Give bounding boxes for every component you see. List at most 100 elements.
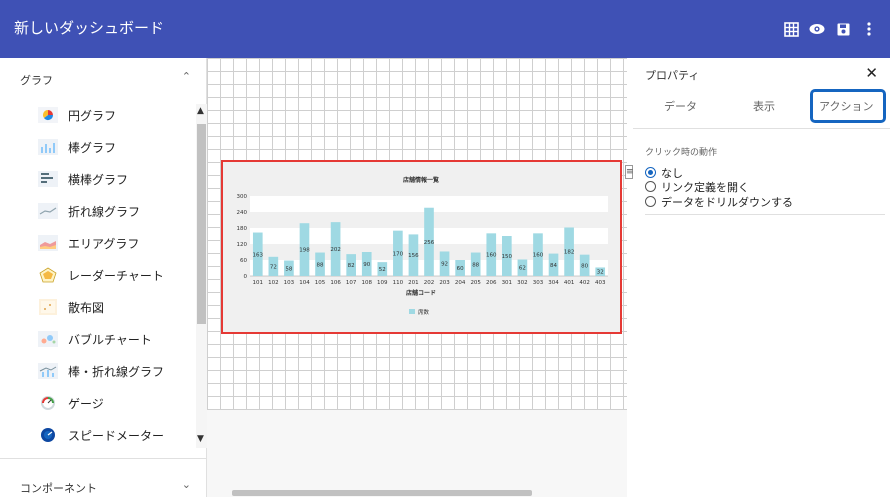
bar-value-label: 256 xyxy=(424,240,435,246)
bar-value-label: 60 xyxy=(457,266,464,272)
chart-item-scatter[interactable]: 散布図 xyxy=(0,290,195,322)
radio-option-none[interactable]: なし xyxy=(645,166,683,180)
bubble-chart-icon xyxy=(38,331,58,347)
bar-value-label: 62 xyxy=(519,266,526,272)
chart-item-hbar[interactable]: 横棒グラフ xyxy=(0,162,195,194)
speedometer-icon xyxy=(41,428,55,442)
left-panel-scrollbar[interactable]: ▲ ▼ xyxy=(196,104,207,448)
hscroll-thumb[interactable] xyxy=(232,490,532,496)
chart-item-label: 棒グラフ xyxy=(68,141,117,155)
radio-unchecked[interactable] xyxy=(645,196,656,207)
gauge-icon xyxy=(41,396,55,410)
x-tick-label: 101 xyxy=(253,280,263,286)
x-tick-label: 109 xyxy=(377,280,388,286)
x-tick-label: 204 xyxy=(455,280,466,286)
x-tick-label: 102 xyxy=(268,280,279,286)
bar-value-label: 92 xyxy=(441,262,448,268)
bar-value-label: 82 xyxy=(348,263,355,269)
radio-option-link[interactable]: リンク定義を開く xyxy=(645,180,749,194)
y-tick-label: 60 xyxy=(240,258,247,264)
chart-item-line[interactable]: 折れ線グラフ xyxy=(0,194,195,226)
canvas-empty-area xyxy=(207,410,627,497)
scroll-down-icon[interactable]: ▼ xyxy=(197,434,204,444)
radio-label: データをドリルダウンする xyxy=(661,195,793,209)
bar-chart-icon xyxy=(38,139,58,155)
bar-value-label: 84 xyxy=(550,263,557,269)
tab-display[interactable]: 表示 xyxy=(753,98,775,114)
section-divider xyxy=(0,458,207,459)
chart-item-bar-line[interactable]: 棒・折れ線グラフ xyxy=(0,354,195,386)
chart-item-label: バブルチャート xyxy=(68,333,152,347)
x-tick-label: 302 xyxy=(517,280,528,286)
bar-chart: 店舗情報一覧 0 60 120 180 240 300 163 101 72 102 58 103 19… xyxy=(237,176,608,316)
bar-value-label: 88 xyxy=(317,262,324,268)
bar-value-label: 150 xyxy=(502,254,513,260)
pie-chart-icon xyxy=(38,107,58,123)
x-tick-label: 402 xyxy=(579,280,590,286)
properties-title: プロパティ xyxy=(645,69,700,82)
component-section-header[interactable]: コンポーネント ⌄ xyxy=(0,470,207,502)
graph-section-header[interactable]: グラフ ⌃ xyxy=(0,62,207,94)
chart-item-bubble[interactable]: バブルチャート xyxy=(0,322,195,354)
x-tick-label: 203 xyxy=(439,280,450,286)
chart-item-label: 円グラフ xyxy=(68,109,117,123)
header-toolbar xyxy=(778,18,882,40)
x-tick-label: 103 xyxy=(284,280,295,286)
radio-option-drilldown[interactable]: データをドリルダウンする xyxy=(645,195,793,209)
eye-icon[interactable] xyxy=(804,18,830,40)
chart-item-label: 横棒グラフ xyxy=(68,173,129,187)
chart-item-label: 折れ線グラフ xyxy=(68,205,141,219)
bar-value-label: 80 xyxy=(581,263,588,269)
chart-item-label: エリアグラフ xyxy=(68,237,140,251)
scatter-icon xyxy=(39,299,57,315)
properties-panel: プロパティ ✕ データ 表示 アクション クリック時の動作 なし リンク定義を開… xyxy=(633,58,890,497)
x-tick-label: 110 xyxy=(393,280,404,286)
chart-item-label: ゲージ xyxy=(68,397,104,411)
x-tick-label: 205 xyxy=(470,280,481,286)
chart-item-area[interactable]: エリアグラフ xyxy=(0,226,195,258)
scrollbar-thumb[interactable] xyxy=(197,124,206,324)
canvas-hscrollbar[interactable] xyxy=(218,488,618,497)
chart-type-list: 円グラフ 棒グラフ 横棒グラフ 折れ線グラフ エリアグラフ レーダーチャート 散… xyxy=(0,98,195,450)
chart-title: 店舗情報一覧 xyxy=(403,176,439,184)
grid-icon[interactable] xyxy=(778,18,804,40)
chart-item-pie[interactable]: 円グラフ xyxy=(0,98,195,130)
save-icon[interactable] xyxy=(830,18,856,40)
bar-value-label: 32 xyxy=(597,270,604,276)
radio-unchecked[interactable] xyxy=(645,181,656,192)
bar-value-label: 72 xyxy=(270,264,277,270)
legend-label: 席数 xyxy=(418,308,430,316)
more-icon[interactable] xyxy=(856,18,882,40)
chart-xlabel: 店舗コード xyxy=(406,289,436,297)
chart-item-bar[interactable]: 棒グラフ xyxy=(0,130,195,162)
x-tick-label: 303 xyxy=(533,280,544,286)
chart-widget[interactable]: 店舗情報一覧 0 60 120 180 240 300 163 101 72 102 58 103 19… xyxy=(221,160,622,334)
x-tick-label: 201 xyxy=(408,280,419,286)
dashboard-title: 新しいダッシュボード xyxy=(14,19,165,37)
bar-value-label: 163 xyxy=(253,252,264,258)
chart-item-radar[interactable]: レーダーチャート xyxy=(0,258,195,290)
section-divider xyxy=(645,214,885,215)
radio-checked[interactable] xyxy=(645,167,656,178)
x-tick-label: 107 xyxy=(346,280,357,286)
chart-item-gauge[interactable]: ゲージ xyxy=(0,386,195,418)
radio-label: リンク定義を開く xyxy=(661,180,749,194)
tab-data[interactable]: データ xyxy=(664,98,697,114)
component-section-label: コンポーネント xyxy=(20,482,97,495)
active-tab-highlight xyxy=(810,89,886,123)
chart-item-speedometer[interactable]: スピードメーター xyxy=(0,418,195,450)
scroll-up-icon[interactable]: ▲ xyxy=(197,106,204,116)
bar-value-label: 198 xyxy=(299,248,310,254)
chart-item-label: レーダーチャート xyxy=(68,269,164,283)
x-tick-label: 206 xyxy=(486,280,497,286)
chevron-up-icon[interactable]: ⌃ xyxy=(182,70,191,83)
x-tick-label: 202 xyxy=(424,280,435,286)
legend-swatch xyxy=(409,309,415,314)
close-icon[interactable]: ✕ xyxy=(865,64,878,82)
radar-chart-icon xyxy=(39,267,57,283)
chevron-down-icon[interactable]: ⌄ xyxy=(182,478,191,491)
widget-menu-handle[interactable]: ≡ xyxy=(625,165,634,179)
app-header: 新しいダッシュボード xyxy=(0,0,890,58)
bar-value-label: 182 xyxy=(564,250,575,256)
x-tick-label: 304 xyxy=(548,280,559,286)
